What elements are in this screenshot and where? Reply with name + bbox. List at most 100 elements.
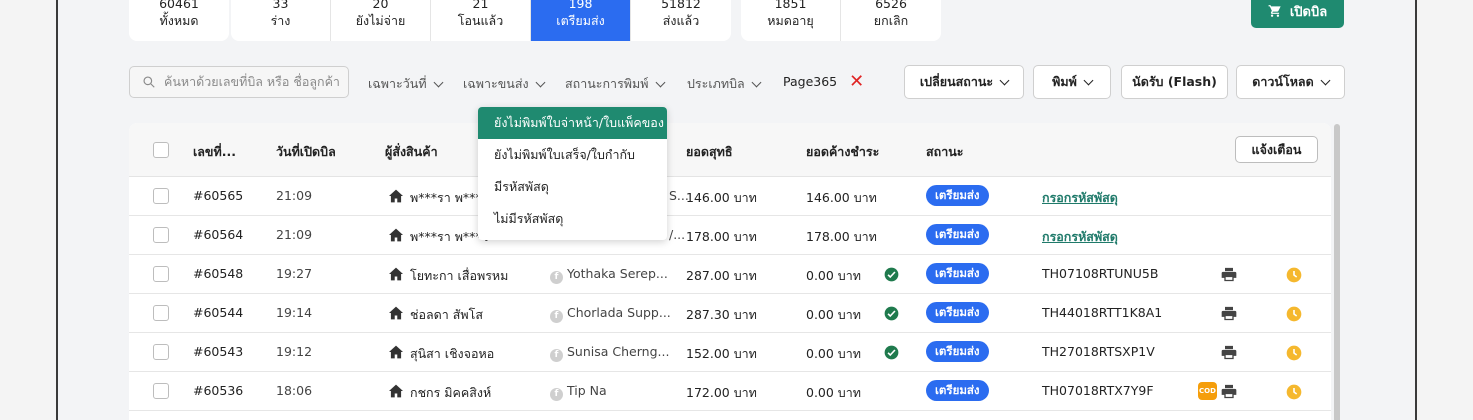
outstanding-amount: 0.00 บาท bbox=[806, 346, 861, 361]
cart-icon bbox=[1268, 5, 1281, 17]
search-input[interactable]: ค้นหาด้วยเลขที่บิล หรือ ชื่อลูกค้า bbox=[129, 66, 349, 98]
print-icon[interactable] bbox=[1221, 384, 1237, 403]
status-badge[interactable]: เตรียมส่ง bbox=[926, 263, 989, 284]
stat-count: 198 bbox=[568, 0, 593, 11]
table-row[interactable]: #60543 19:12 สุนิสา เชิงจอหอ f Sunisa Cherng… bbox=[129, 333, 1331, 372]
download-button[interactable]: ดาวน์โหลด bbox=[1236, 65, 1345, 99]
facebook-icon: f bbox=[550, 310, 563, 323]
tracking-number: TH07018RTX7Y9F bbox=[1042, 383, 1154, 398]
stat-tab-unpaid[interactable]: 20 ยังไม่จ่าย bbox=[331, 0, 431, 41]
print-icon[interactable] bbox=[1221, 267, 1237, 286]
header-status[interactable]: สถานะ bbox=[926, 142, 963, 162]
header-bill-no[interactable]: เลขที่... bbox=[193, 142, 236, 162]
home-icon bbox=[388, 266, 404, 285]
stat-tab-draft[interactable]: 33 ร่าง bbox=[231, 0, 331, 41]
dropdown-item-has-tracking[interactable]: มีรหัสพัสดุ bbox=[478, 171, 667, 203]
table-row[interactable]: #60564 21:09 พ***รา พ***ว/... 178.00 บาท 178… bbox=[129, 216, 1331, 255]
stat-tab-all[interactable]: 60461 ทั้งหมด bbox=[129, 0, 229, 41]
dropdown-item-no-tracking[interactable]: ไม่มีรหัสพัสดุ bbox=[478, 203, 667, 235]
filter-print-status[interactable]: สถานะการพิมพ์ bbox=[565, 74, 665, 94]
row-checkbox[interactable] bbox=[153, 305, 169, 321]
chevron-down-icon bbox=[535, 77, 546, 87]
chevron-down-icon bbox=[1083, 75, 1094, 85]
header-date[interactable]: วันที่เปิดบิล bbox=[276, 142, 336, 162]
enter-tracking-link[interactable]: กรอกรหัสพัสดุ bbox=[1042, 188, 1118, 208]
filter-bill-type[interactable]: ประเภทบิล bbox=[687, 74, 762, 94]
enter-tracking-link[interactable]: กรอกรหัสพัสดุ bbox=[1042, 227, 1118, 247]
status-badge[interactable]: เตรียมส่ง bbox=[926, 341, 989, 362]
row-checkbox[interactable] bbox=[153, 227, 169, 243]
customer-name[interactable]: พ***รา พ***ว bbox=[410, 227, 489, 247]
table-row[interactable]: #60548 19:27 โยทะกา เสื่อพรหม f Yothaka Sere… bbox=[129, 255, 1331, 294]
bill-time: 19:12 bbox=[276, 344, 313, 359]
row-checkbox[interactable] bbox=[153, 188, 169, 204]
status-badge[interactable]: เตรียมส่ง bbox=[926, 224, 989, 245]
stat-count: 1851 bbox=[774, 0, 807, 11]
filter-shipping[interactable]: เฉพาะขนส่ง bbox=[463, 74, 546, 94]
clock-icon[interactable] bbox=[1286, 384, 1302, 404]
customer-source: f Tip Na bbox=[550, 383, 607, 401]
customer-source: f Sunisa Cherng... bbox=[550, 344, 669, 362]
stat-count: 21 bbox=[472, 0, 489, 11]
paid-check-icon bbox=[884, 306, 899, 325]
net-amount: 178.00 บาท bbox=[686, 229, 757, 244]
status-badge[interactable]: เตรียมส่ง bbox=[926, 185, 989, 206]
customer-name[interactable]: กชกร มิคคสิงห์ bbox=[410, 383, 491, 403]
outstanding-amount: 0.00 บาท bbox=[806, 268, 861, 283]
status-badge[interactable]: เตรียมส่ง bbox=[926, 380, 989, 401]
print-icon[interactable] bbox=[1221, 306, 1237, 325]
table-row[interactable]: #60544 19:14 ช่อลดา สัพโส f Chorlada Supp...… bbox=[129, 294, 1331, 333]
table-scrollbar[interactable] bbox=[1334, 124, 1340, 420]
stat-tab-cancelled[interactable]: 6526 ยกเลิก bbox=[841, 0, 941, 41]
customer-name[interactable]: พ***รา พ***ว bbox=[410, 188, 489, 208]
clear-filter-icon[interactable]: ✕ bbox=[849, 72, 864, 90]
pickup-flash-button[interactable]: นัดรับ (Flash) bbox=[1121, 65, 1228, 99]
print-icon[interactable] bbox=[1221, 345, 1237, 364]
header-customer[interactable]: ผู้สั่งสินค้า bbox=[385, 142, 438, 162]
stat-tab-preparing[interactable]: 198 เตรียมส่ง bbox=[531, 0, 631, 41]
filter-bill-type-label: ประเภทบิล bbox=[687, 76, 745, 91]
bill-number[interactable]: #60544 bbox=[193, 305, 243, 320]
clock-icon[interactable] bbox=[1286, 345, 1302, 365]
table-header: เลขที่... วันที่เปิดบิล ผู้สั่งสินค้า ยอ… bbox=[129, 123, 1331, 177]
dropdown-item-unprinted-label[interactable]: ยังไม่พิมพ์ใบจ่าหน้า/ใบแพ็คของ bbox=[478, 107, 667, 139]
table-row[interactable]: #60536 18:06 กชกร มิคคสิงห์ f Tip Na 172.00 บ… bbox=[129, 372, 1331, 411]
stat-group-flow: 33 ร่าง 20 ยังไม่จ่าย 21 โอนแล้ว 198 เตร… bbox=[231, 0, 731, 41]
change-status-button[interactable]: เปลี่ยนสถานะ bbox=[904, 65, 1024, 99]
print-button[interactable]: พิมพ์ bbox=[1033, 65, 1111, 99]
stat-tab-transferred[interactable]: 21 โอนแล้ว bbox=[431, 0, 531, 41]
row-checkbox[interactable] bbox=[153, 266, 169, 282]
stat-tab-shipped[interactable]: 51812 ส่งแล้ว bbox=[631, 0, 731, 41]
status-badge[interactable]: เตรียมส่ง bbox=[926, 302, 989, 323]
header-outstanding[interactable]: ยอดค้างชำระ bbox=[806, 142, 879, 162]
clock-icon[interactable] bbox=[1286, 267, 1302, 287]
alert-button[interactable]: แจ้งเตือน bbox=[1235, 136, 1318, 163]
bill-number[interactable]: #60536 bbox=[193, 383, 243, 398]
bill-number[interactable]: #60564 bbox=[193, 227, 243, 242]
bill-number[interactable]: #60543 bbox=[193, 344, 243, 359]
frame-border-right bbox=[1415, 0, 1417, 420]
paid-check-icon bbox=[884, 345, 899, 364]
stat-tab-expired[interactable]: 1851 หมดอายุ bbox=[741, 0, 841, 41]
row-checkbox[interactable] bbox=[153, 383, 169, 399]
header-net[interactable]: ยอดสุทธิ bbox=[686, 142, 732, 162]
stat-count: 51812 bbox=[661, 0, 701, 11]
customer-name[interactable]: สุนิสา เชิงจอหอ bbox=[410, 344, 494, 364]
filter-page[interactable]: Page365 ✕ bbox=[783, 72, 864, 90]
filter-date[interactable]: เฉพาะวันที่ bbox=[368, 74, 444, 94]
dropdown-item-unprinted-receipt[interactable]: ยังไม่พิมพ์ใบเสร็จ/ใบกำกับ bbox=[478, 139, 667, 171]
select-all-checkbox[interactable] bbox=[153, 142, 169, 158]
bill-number[interactable]: #60565 bbox=[193, 188, 243, 203]
stat-count: 60461 bbox=[159, 0, 199, 11]
row-checkbox[interactable] bbox=[153, 344, 169, 360]
bill-number[interactable]: #60548 bbox=[193, 266, 243, 281]
table-row[interactable]: #60565 21:09 พ***รา พ***ว S... 146.00 บาท 146… bbox=[129, 177, 1331, 216]
print-status-dropdown: ยังไม่พิมพ์ใบจ่าหน้า/ใบแพ็คของ ยังไม่พิม… bbox=[478, 107, 667, 240]
facebook-icon: f bbox=[550, 349, 563, 362]
outstanding-amount: 0.00 บาท bbox=[806, 385, 861, 400]
customer-name[interactable]: โยทะกา เสื่อพรหม bbox=[410, 266, 508, 286]
chevron-down-icon bbox=[751, 77, 762, 87]
open-bill-button[interactable]: เปิดบิล bbox=[1251, 0, 1344, 28]
customer-name[interactable]: ช่อลดา สัพโส bbox=[410, 305, 483, 325]
clock-icon[interactable] bbox=[1286, 306, 1302, 326]
